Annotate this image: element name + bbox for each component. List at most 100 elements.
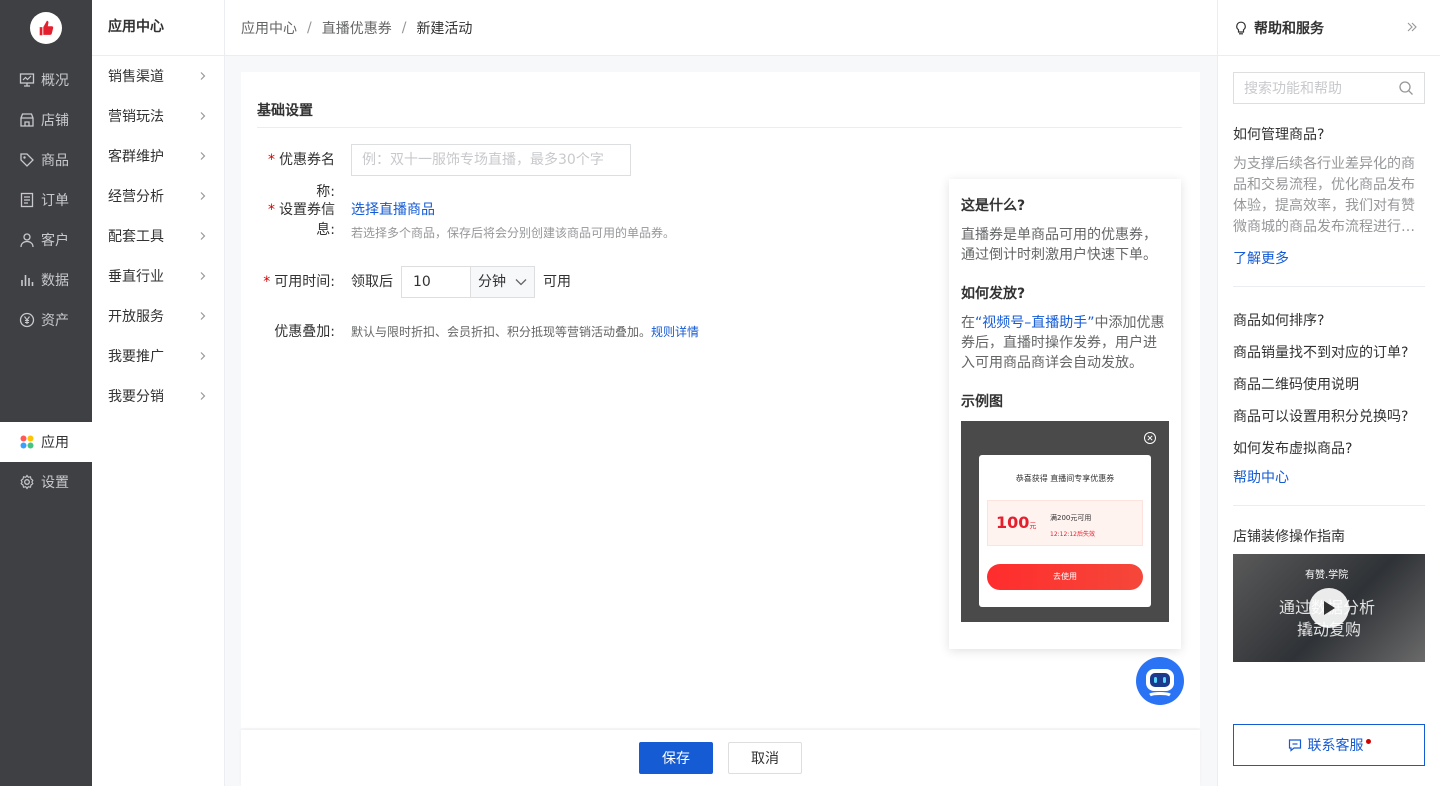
nav-item-data[interactable]: 数据 xyxy=(0,260,92,300)
chevron-right-icon xyxy=(198,191,208,201)
primary-sidebar: 概况 店铺 商品 订单 客户 数据 资产 应用 设置 xyxy=(0,0,92,786)
nav2-item[interactable]: 开放服务 xyxy=(92,296,224,336)
nav-item-overview[interactable]: 概况 xyxy=(0,60,92,100)
help-search-input[interactable]: 搜索功能和帮助 xyxy=(1233,72,1425,104)
chevron-right-icon xyxy=(198,271,208,281)
coupon-name-row: * 优惠券名称: 例：双十一服饰专场直播，最多30个字 xyxy=(257,144,631,208)
breadcrumb-app-center[interactable]: 应用中心 xyxy=(241,18,297,38)
learn-more-link[interactable]: 了解更多 xyxy=(1233,248,1425,268)
guide-video[interactable]: 有赞.学院 通过数据分析 撬动复购 xyxy=(1233,554,1425,662)
coupon-info-row: * 设置券信息: 选择直播商品 若选择多个商品，保存后将会分别创建该商品可用的单品… xyxy=(257,200,675,241)
nav-item-label: 订单 xyxy=(41,193,69,209)
stack-label: 优惠叠加: xyxy=(274,324,335,340)
double-chevron-right-icon[interactable] xyxy=(1406,21,1418,33)
nav2-item[interactable]: 垂直行业 xyxy=(92,256,224,296)
chevron-right-icon xyxy=(198,71,208,81)
help-question-item[interactable]: 商品如何排序? xyxy=(1233,305,1425,337)
coupon-info-label: * 设置券信息: xyxy=(268,202,335,238)
chat-icon xyxy=(1288,739,1301,752)
nav-item-store[interactable]: 店铺 xyxy=(0,100,92,140)
select-live-goods-link[interactable]: 选择直播商品 xyxy=(351,200,675,220)
chevron-right-icon xyxy=(198,111,208,121)
nav2-item-label: 垂直行业 xyxy=(108,269,164,285)
nav2-item-label: 配套工具 xyxy=(108,229,164,245)
help-divider xyxy=(1233,286,1425,287)
chevron-right-icon xyxy=(198,311,208,321)
help-question-item[interactable]: 商品销量找不到对应的订单? xyxy=(1233,337,1425,369)
help-center-link[interactable]: 帮助中心 xyxy=(1233,467,1425,487)
nav-item-goods[interactable]: 商品 xyxy=(0,140,92,180)
nav2-item[interactable]: 我要分销 xyxy=(92,376,224,416)
nav-item-assets[interactable]: 资产 xyxy=(0,300,92,340)
popover-q3: 示例图 xyxy=(961,394,1003,410)
help-question-item[interactable]: 商品二维码使用说明 xyxy=(1233,369,1425,401)
nav2-item-label: 开放服务 xyxy=(108,309,164,325)
tag-icon xyxy=(19,152,35,168)
time-value-input[interactable]: 10 xyxy=(401,266,471,298)
nav-item-label: 客户 xyxy=(41,233,69,249)
popover-q1: 这是什么? xyxy=(961,198,1026,214)
search-icon xyxy=(1399,81,1413,95)
bulb-icon xyxy=(1236,21,1246,34)
save-button[interactable]: 保存 xyxy=(639,742,713,774)
help-question-desc: 为支撑后续各行业差异化的商品和交易流程，优化商品发布体验，提高效率，我们对有赞微… xyxy=(1233,156,1415,235)
chevron-right-icon xyxy=(198,231,208,241)
popover-a2: 在“视频号–直播助手”中添加优惠券后，直播时操作发券，用户进入可用商品商详会自动… xyxy=(961,315,1165,371)
nav-item-orders[interactable]: 订单 xyxy=(0,180,92,220)
coupon-name-label: * 优惠券名称: xyxy=(268,152,335,200)
nav-item-apps[interactable]: 应用 xyxy=(0,422,92,462)
cancel-button[interactable]: 取消 xyxy=(728,742,802,774)
live-assistant-link[interactable]: “视频号–直播助手” xyxy=(975,315,1095,331)
play-icon[interactable] xyxy=(1309,588,1349,628)
nav-item-settings[interactable]: 设置 xyxy=(0,462,92,502)
example-expire: 12:12:12后失效 xyxy=(1050,531,1095,538)
section-title: 基础设置 xyxy=(257,103,313,119)
breadcrumb-live-coupon[interactable]: 直播优惠券 xyxy=(322,18,392,38)
nav-item-customers[interactable]: 客户 xyxy=(0,220,92,260)
nav2-item-label: 我要推广 xyxy=(108,349,164,365)
robot-assistant-button[interactable] xyxy=(1136,657,1184,705)
help-divider xyxy=(1233,505,1425,506)
help-panel-title: 帮助和服务 xyxy=(1254,20,1324,37)
nav2-item[interactable]: 客群维护 xyxy=(92,136,224,176)
help-search-placeholder: 搜索功能和帮助 xyxy=(1244,81,1342,97)
example-condition: 满200元可用 xyxy=(1050,514,1092,522)
nav2-item[interactable]: 我要推广 xyxy=(92,336,224,376)
help-question-item[interactable]: 如何发布虚拟商品? xyxy=(1233,433,1425,465)
help-panel-header: 帮助和服务 xyxy=(1218,0,1440,56)
help-panel: 帮助和服务 搜索功能和帮助 如何管理商品? 为支撑后续各行业差异化的商品和交易流… xyxy=(1217,0,1440,786)
nav2-item-label: 我要分销 xyxy=(108,389,164,405)
contact-support-button[interactable]: 联系客服 xyxy=(1233,724,1425,766)
example-coupon: 100元 满200元可用 12:12:12后失效 xyxy=(987,500,1143,546)
chevron-down-icon xyxy=(515,279,527,286)
logo[interactable] xyxy=(30,12,62,44)
section-divider xyxy=(257,127,1182,128)
chevron-right-icon xyxy=(198,151,208,161)
nav-item-label: 概况 xyxy=(41,73,69,89)
help-question-manage[interactable]: 如何管理商品? xyxy=(1233,124,1425,144)
nav-item-label: 资产 xyxy=(41,313,69,329)
popover-a1: 直播券是单商品可用的优惠券，通过倒计时刺激用户快速下单。 xyxy=(961,227,1157,263)
nav2-item[interactable]: 营销玩法 xyxy=(92,96,224,136)
nav2-item[interactable]: 销售渠道 xyxy=(92,56,224,96)
stack-row: 优惠叠加: 默认与限时折扣、会员折扣、积分抵现等营销活动叠加。规则详情 xyxy=(257,322,699,342)
nav2-item[interactable]: 经营分析 xyxy=(92,176,224,216)
dashboard-icon xyxy=(19,72,35,88)
required-mark: * xyxy=(268,202,275,218)
time-prefix: 领取后 xyxy=(351,274,393,290)
guide-title[interactable]: 店铺装修操作指南 xyxy=(1233,526,1425,546)
breadcrumb-separator: / xyxy=(401,19,407,36)
coupon-name-input[interactable]: 例：双十一服饰专场直播，最多30个字 xyxy=(351,144,631,176)
nav2-item-label: 销售渠道 xyxy=(108,69,164,85)
info-popover: 这是什么? 直播券是单商品可用的优惠券，通过倒计时刺激用户快速下单。 如何发放?… xyxy=(949,179,1181,649)
nav-item-label: 数据 xyxy=(41,273,69,289)
robot-icon xyxy=(1146,669,1174,697)
help-question-item[interactable]: 商品可以设置用积分兑换吗? xyxy=(1233,401,1425,433)
nav2-item[interactable]: 配套工具 xyxy=(92,216,224,256)
example-amount: 100元 xyxy=(996,513,1037,532)
thumbs-up-icon xyxy=(39,20,54,36)
secondary-sidebar: 应用中心 销售渠道 营销玩法 客群维护 经营分析 配套工具 垂直行业 开放服务 我要推广 我要分… xyxy=(92,0,225,786)
rule-detail-link[interactable]: 规则详情 xyxy=(651,325,699,339)
popover-q2: 如何发放? xyxy=(961,286,1026,302)
time-unit-select[interactable]: 分钟 xyxy=(471,266,535,298)
